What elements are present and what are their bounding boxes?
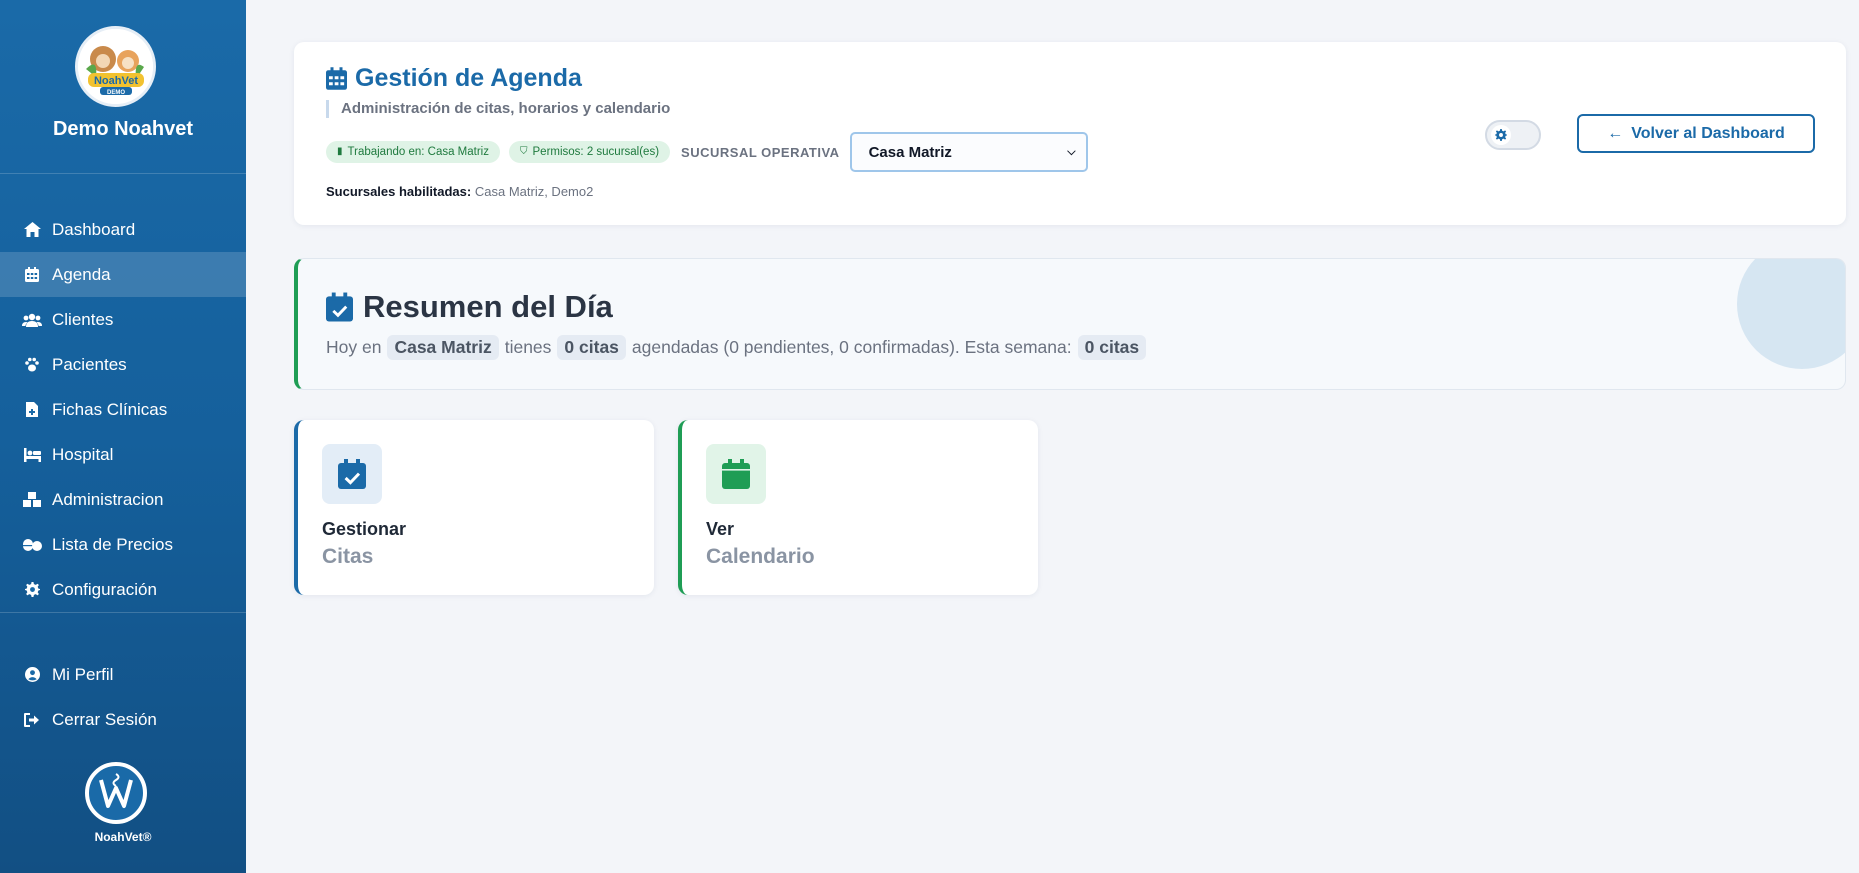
summary-branch-pill: Casa Matriz	[387, 335, 499, 360]
calendar-icon	[326, 67, 347, 90]
sidebar-item-cerrar-sesion[interactable]: Cerrar Sesión	[0, 697, 246, 742]
permissions-text: Permisos: 2 sucursal(es)	[532, 146, 660, 158]
sidebar-item-label: Cerrar Sesión	[52, 709, 157, 729]
sidebar-item-label: Administracion	[52, 489, 164, 509]
decorative-circle	[1737, 259, 1845, 369]
sidebar-item-configuracion[interactable]: Configuración	[0, 567, 246, 612]
sidebar-item-label: Dashboard	[52, 219, 136, 239]
action-card-title: Ver	[706, 519, 735, 539]
back-to-dashboard-label: Volver al Dashboard	[1631, 124, 1785, 142]
enabled-branches-value: Casa Matriz, Demo2	[474, 184, 594, 199]
working-branch-text: Trabajando en: Casa Matriz	[347, 146, 489, 158]
paw-icon	[22, 355, 42, 375]
gear-icon	[22, 580, 42, 600]
sidebar-secondary-nav: Mi Perfil Cerrar Sesión	[0, 652, 246, 742]
today-count-pill: 0 citas	[557, 335, 626, 360]
calendar-check-icon	[326, 292, 353, 322]
sidebar: NoahVet DEMO Demo Noahvet Dashboard Agen…	[0, 0, 246, 873]
shield-icon: ⛉	[520, 146, 528, 157]
boxes-icon	[22, 490, 42, 510]
branch-badges: ▮ Trabajando en: Casa Matriz ⛉ Permisos:…	[326, 132, 1088, 172]
calendar-icon	[706, 444, 766, 504]
enabled-branches: Sucursales habilitadas: Casa Matriz, Dem…	[326, 184, 593, 199]
sidebar-item-dashboard[interactable]: Dashboard	[0, 207, 246, 252]
sidebar-item-fichas-clinicas[interactable]: Fichas Clínicas	[0, 387, 246, 432]
permissions-badge: ⛉ Permisos: 2 sucursal(es)	[509, 141, 671, 163]
brand-logo-sub: DEMO	[107, 90, 125, 96]
user-circle-icon	[22, 665, 42, 685]
week-count-pill: 0 citas	[1077, 335, 1147, 360]
file-medical-icon	[22, 400, 42, 420]
sidebar-divider	[0, 612, 246, 613]
page-header-card: Gestión de Agenda Administración de cita…	[294, 42, 1846, 225]
gear-icon	[1491, 125, 1511, 145]
day-summary-text: Hoy en Casa Matriz tienes 0 citas agenda…	[326, 335, 1152, 360]
action-card-title: Gestionar	[322, 519, 407, 539]
sidebar-item-label: Pacientes	[52, 354, 127, 374]
sign-out-icon	[22, 710, 42, 730]
users-icon	[22, 310, 42, 330]
chevron-down-icon: ⌵	[1067, 145, 1076, 158]
day-summary-card: Resumen del Día Hoy en Casa Matriz tiene…	[294, 258, 1846, 390]
summary-text-part: agendadas (0 pendientes, 0 confirmadas).…	[631, 337, 1072, 357]
branch-select-label: SUCURSAL OPERATIVA	[681, 144, 840, 160]
brand-logo-text: NoahVet	[94, 75, 138, 87]
home-icon	[22, 220, 42, 240]
action-card-subtitle: Citas	[322, 545, 374, 568]
brand-logo[interactable]: NoahVet DEMO	[75, 26, 156, 107]
day-summary-title: Resumen del Día	[326, 289, 613, 325]
sidebar-item-pacientes[interactable]: Pacientes	[0, 342, 246, 387]
sidebar-item-administracion[interactable]: Administracion	[0, 477, 246, 522]
brand-name: Demo Noahvet	[52, 118, 194, 140]
back-to-dashboard-button[interactable]: ← Volver al Dashboard	[1577, 114, 1815, 153]
sidebar-item-label: Configuración	[52, 579, 157, 599]
page-title-text: Gestión de Agenda	[355, 64, 582, 92]
sidebar-item-label: Clientes	[52, 309, 114, 329]
sidebar-nav: Dashboard Agenda Clientes Pacientes Fich…	[0, 207, 246, 612]
footer-brand-label: NoahVet®	[94, 830, 152, 844]
sidebar-item-label: Agenda	[52, 264, 111, 284]
branch-select-value: Casa Matriz	[868, 143, 952, 161]
sidebar-item-label: Lista de Precios	[52, 534, 173, 554]
working-branch-badge: ▮ Trabajando en: Casa Matriz	[326, 141, 500, 163]
action-card-subtitle: Calendario	[706, 545, 815, 568]
hospital-bed-icon	[22, 445, 42, 465]
sidebar-item-label: Hospital	[52, 444, 114, 464]
calendar-check-icon	[322, 444, 382, 504]
manage-appointments-card[interactable]: Gestionar Citas	[294, 420, 654, 595]
summary-text-part: tienes	[504, 337, 552, 357]
calendar-icon	[22, 265, 42, 285]
pills-icon	[22, 535, 42, 555]
enabled-branches-label: Sucursales habilitadas:	[326, 184, 472, 199]
page-title: Gestión de Agenda	[326, 64, 582, 93]
sidebar-item-clientes[interactable]: Clientes	[0, 297, 246, 342]
branch-select[interactable]: Casa Matriz ⌵	[849, 132, 1088, 172]
sidebar-item-lista-de-precios[interactable]: Lista de Precios	[0, 522, 246, 567]
view-calendar-card[interactable]: Ver Calendario	[678, 420, 1038, 595]
theme-toggle[interactable]	[1485, 120, 1541, 150]
sidebar-brand: NoahVet DEMO Demo Noahvet	[0, 0, 246, 174]
day-summary-title-text: Resumen del Día	[363, 289, 613, 324]
arrow-left-icon: ←	[1607, 124, 1624, 142]
building-icon: ▮	[337, 146, 343, 157]
sidebar-item-label: Mi Perfil	[52, 664, 114, 684]
footer-logo	[85, 762, 147, 824]
sidebar-item-agenda[interactable]: Agenda	[0, 252, 246, 297]
sidebar-item-label: Fichas Clínicas	[52, 399, 168, 419]
sidebar-item-mi-perfil[interactable]: Mi Perfil	[0, 652, 246, 697]
sidebar-item-hospital[interactable]: Hospital	[0, 432, 246, 477]
page-subtitle: Administración de citas, horarios y cale…	[326, 100, 670, 118]
summary-text-part: Hoy en	[326, 337, 382, 357]
